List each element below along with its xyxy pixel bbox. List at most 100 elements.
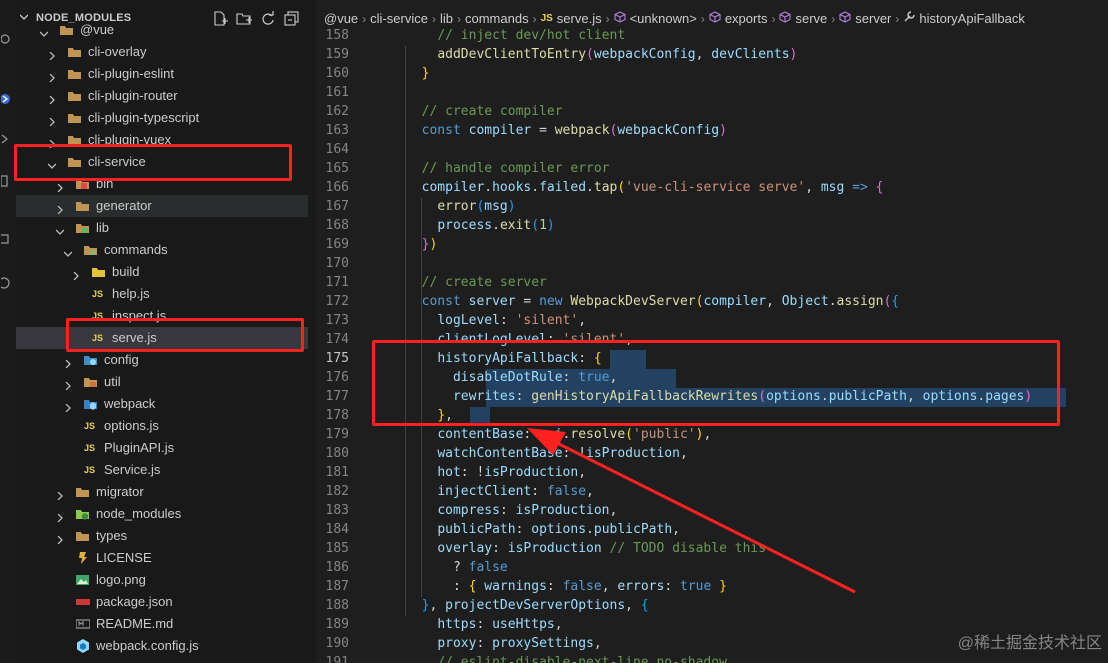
tree-folder-webpack[interactable]: webpack [16, 393, 308, 415]
code-token: isProduction [586, 446, 680, 461]
extensions-icon[interactable] [1, 132, 13, 144]
tree-folder-util[interactable]: util [16, 371, 308, 393]
account-icon[interactable] [0, 276, 13, 289]
tree-file-logo-png[interactable]: logo.png [16, 569, 308, 591]
code-line[interactable]: 187 : { warnings: false, errors: true } [316, 578, 1108, 597]
tree-file-readme-md[interactable]: README.md [16, 613, 308, 635]
code-line[interactable]: 181 hot: !isProduction, [316, 464, 1108, 483]
code-line[interactable]: 191 // eslint-disable-next-line no-shado… [316, 654, 1108, 663]
tree-file-webpack-config-js[interactable]: webpack.config.js [16, 635, 308, 657]
line-number: 166 [325, 180, 349, 195]
breadcrumb-item[interactable]: @vue [324, 11, 358, 26]
tree-folder-cli-plugin-router[interactable]: cli-plugin-router [16, 85, 308, 107]
tree-folder-cli-plugin-typescript[interactable]: cli-plugin-typescript [16, 107, 308, 129]
code-token: : [531, 484, 547, 499]
tree-file-pluginapi-js[interactable]: JS PluginAPI.js [16, 437, 308, 459]
tree-folder-commands[interactable]: commands [16, 239, 308, 261]
code-line[interactable]: 168 process.exit(1) [316, 217, 1108, 236]
code-line[interactable]: 165 // handle compiler error [316, 160, 1108, 179]
code-line[interactable]: 164 [316, 141, 1108, 160]
tree-item-label: logo.png [96, 572, 146, 587]
code-token: { [875, 180, 884, 195]
code-line[interactable]: 186 ? false [316, 559, 1108, 578]
chevron-right-icon[interactable] [56, 532, 64, 545]
chevron-right-icon[interactable] [48, 92, 56, 105]
chevron-right-icon[interactable] [56, 180, 64, 193]
tree-folder-migrator[interactable]: migrator [16, 481, 308, 503]
run-icon[interactable] [0, 174, 13, 187]
tree-file-help-js[interactable]: JS help.js [16, 283, 308, 305]
tree-folder-node-modules[interactable]: node_modules [16, 503, 308, 525]
code-line[interactable]: 188 }, projectDevServerOptions, { [316, 597, 1108, 616]
code-token: options [531, 522, 587, 537]
breadcrumb-item[interactable]: historyApiFallback [919, 11, 1025, 26]
code-line[interactable]: 180 watchContentBase: !isProduction, [316, 445, 1108, 464]
tree-folder-cli-plugin-eslint[interactable]: cli-plugin-eslint [16, 63, 308, 85]
chevron-right-icon[interactable] [56, 510, 64, 523]
js-file-icon: JS [92, 289, 104, 299]
sidebar-sash[interactable] [308, 0, 316, 663]
code-line[interactable]: 171 // create server [316, 274, 1108, 293]
code-line[interactable]: 167 error(msg) [316, 198, 1108, 217]
chevron-right-icon[interactable] [48, 114, 56, 127]
chevron-right-icon[interactable] [56, 488, 64, 501]
breadcrumb-item[interactable]: <unknown> [630, 11, 697, 26]
chevron-right-icon[interactable] [48, 136, 56, 149]
chevron-down-icon[interactable] [39, 26, 49, 37]
code-line[interactable]: 170 [316, 255, 1108, 274]
tree-folder-cli-overlay[interactable]: cli-overlay [16, 41, 308, 63]
breadcrumb-item[interactable]: serve.js [557, 11, 602, 26]
tree-folder-config[interactable]: config [16, 349, 308, 371]
code-line[interactable]: 166 compiler.hooks.failed.tap('vue-cli-s… [316, 179, 1108, 198]
code-line[interactable]: 179 contentBase: api.resolve('public'), [316, 426, 1108, 445]
remote-icon[interactable] [1, 232, 13, 244]
chevron-down-icon[interactable] [63, 246, 73, 257]
tree-item-label: lib [96, 220, 110, 235]
source-control-icon[interactable] [0, 92, 13, 104]
code-text: process.exit(1) [406, 218, 554, 233]
chevron-right-icon[interactable] [56, 202, 64, 215]
breadcrumb-item[interactable]: server [855, 11, 891, 26]
code-line[interactable]: 158 // inject dev/hot client [316, 27, 1108, 46]
tree-folder-types[interactable]: types [16, 525, 308, 547]
breadcrumb-item[interactable]: cli-service [370, 11, 428, 26]
files-icon[interactable] [0, 32, 13, 44]
code-line[interactable]: 183 compress: isProduction, [316, 502, 1108, 521]
code-editor[interactable]: @vue › cli-service › lib › commands › JS serve.js… [316, 0, 1108, 663]
breadcrumb-item[interactable]: lib [440, 11, 453, 26]
tree-folder-generator[interactable]: generator [16, 195, 308, 217]
chevron-right-icon[interactable] [64, 356, 72, 369]
tree-file-options-js[interactable]: JS options.js [16, 415, 308, 437]
breadcrumb-item[interactable]: commands [465, 11, 529, 26]
code-line[interactable]: 163 const compiler = webpack(webpackConf… [316, 122, 1108, 141]
code-line[interactable]: 182 injectClient: false, [316, 483, 1108, 502]
chevron-right-icon[interactable] [64, 400, 72, 413]
chevron-right-icon[interactable] [64, 378, 72, 391]
breadcrumb-item[interactable]: serve [795, 11, 827, 26]
line-number: 169 [325, 237, 349, 252]
code-text: } [406, 66, 430, 81]
code-line[interactable]: 173 logLevel: 'silent', [316, 312, 1108, 331]
code-token: ( [625, 427, 633, 442]
tree-file-license[interactable]: LICENSE [16, 547, 308, 569]
tree-folder--vue[interactable]: @vue [16, 19, 308, 41]
code-line[interactable]: 161 [316, 84, 1108, 103]
code-line[interactable]: 169 }) [316, 236, 1108, 255]
code-line[interactable]: 172 const server = new WebpackDevServer(… [316, 293, 1108, 312]
tree-file-package-json[interactable]: package.json [16, 591, 308, 613]
chevron-right-icon[interactable] [48, 70, 56, 83]
code-line[interactable]: 185 overlay: isProduction // TODO disabl… [316, 540, 1108, 559]
chevron-right-icon[interactable] [72, 268, 80, 281]
tree-folder-lib[interactable]: lib [16, 217, 308, 239]
chevron-down-icon[interactable] [55, 224, 65, 235]
code-line[interactable]: 159 addDevClientToEntry(webpackConfig, d… [316, 46, 1108, 65]
chevron-right-icon[interactable] [48, 48, 56, 61]
code-line[interactable]: 162 // create compiler [316, 103, 1108, 122]
breadcrumb-item[interactable]: exports [725, 11, 768, 26]
tree-folder-build[interactable]: build [16, 261, 308, 283]
code-line[interactable]: 160 } [316, 65, 1108, 84]
tree-file-service-js[interactable]: JS Service.js [16, 459, 308, 481]
code-line[interactable]: 184 publicPath: options.publicPath, [316, 521, 1108, 540]
